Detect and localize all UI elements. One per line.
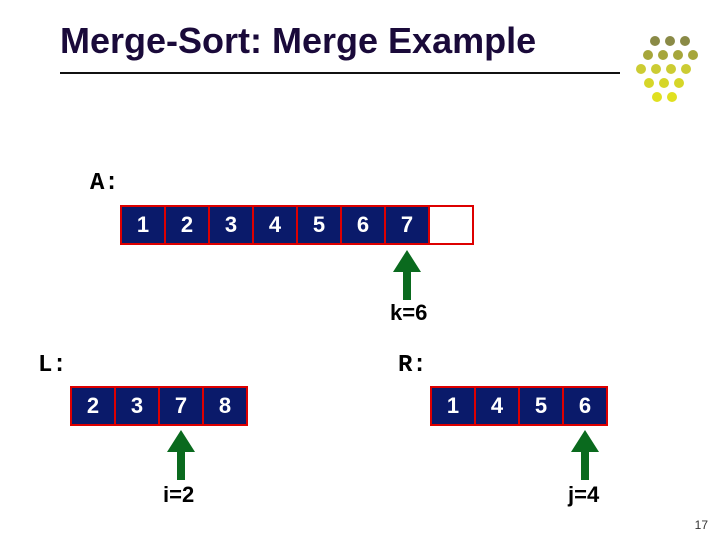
a-cell-0: 1 — [120, 205, 166, 245]
r-cell-1: 4 — [474, 386, 520, 426]
i-pointer: i=2 — [163, 482, 194, 508]
r-cell-0: 1 — [430, 386, 476, 426]
array-a: 1 2 3 4 5 6 7 — [120, 205, 472, 245]
k-pointer: k=6 — [390, 300, 427, 326]
a-cell-3: 4 — [252, 205, 298, 245]
array-r: 1 4 5 6 — [430, 386, 606, 426]
j-arrow-icon — [573, 430, 597, 480]
a-cell-5: 6 — [340, 205, 386, 245]
decorative-dots — [610, 36, 700, 106]
l-cell-3: 8 — [202, 386, 248, 426]
title-bar: Merge-Sort: Merge Example — [60, 20, 620, 74]
k-arrow-icon — [395, 250, 419, 300]
r-cell-2: 5 — [518, 386, 564, 426]
a-cell-1: 2 — [164, 205, 210, 245]
a-cell-6: 7 — [384, 205, 430, 245]
slide-title: Merge-Sort: Merge Example — [60, 20, 536, 61]
a-cell-4: 5 — [296, 205, 342, 245]
l-cell-2: 7 — [158, 386, 204, 426]
a-cell-2: 3 — [208, 205, 254, 245]
l-cell-0: 2 — [70, 386, 116, 426]
slide-number: 17 — [695, 518, 708, 532]
l-cell-1: 3 — [114, 386, 160, 426]
array-l: 2 3 7 8 — [70, 386, 246, 426]
i-arrow-icon — [169, 430, 193, 480]
label-l: L: — [38, 352, 67, 379]
r-cell-3: 6 — [562, 386, 608, 426]
label-r: R: — [398, 352, 427, 379]
j-pointer: j=4 — [568, 482, 599, 508]
label-a: A: — [90, 170, 119, 197]
a-cell-7 — [428, 205, 474, 245]
